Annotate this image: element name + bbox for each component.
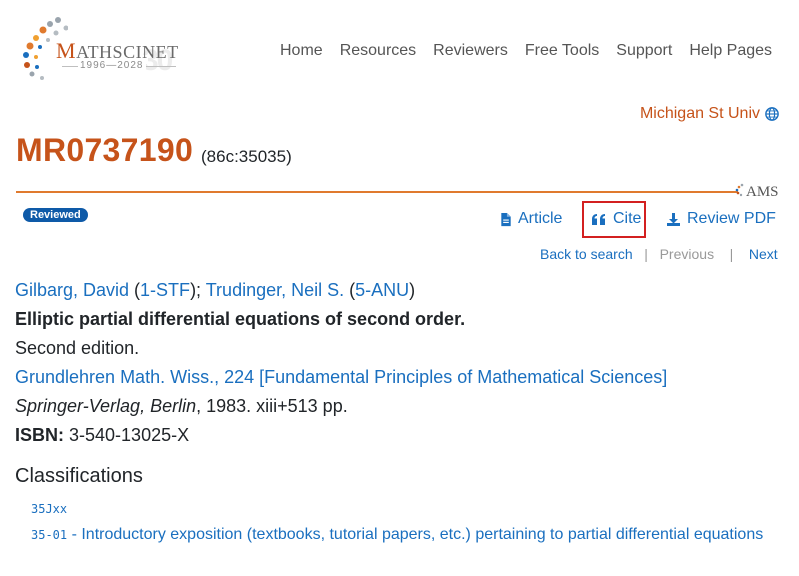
document-icon — [501, 212, 511, 226]
classifications-heading: Classifications — [15, 465, 143, 487]
subnav-separator: | — [636, 246, 656, 262]
author-institution-link[interactable]: 1-STF — [140, 280, 190, 300]
isbn-value: 3-540-13025-X — [69, 425, 190, 445]
nav-reviewers[interactable]: Reviewers — [433, 42, 508, 60]
globe-icon — [765, 107, 779, 121]
review-pdf-label: Review PDF — [687, 210, 776, 227]
record-subnav: Back to search | Previous | Next — [540, 246, 778, 262]
nav-home[interactable]: Home — [280, 42, 323, 60]
institution-name: Michigan St Univ — [639, 105, 760, 122]
reviewed-badge: Reviewed — [23, 208, 88, 222]
isbn-line: ISBN: 3-540-13025-X — [15, 425, 189, 446]
institution-link[interactable]: Michigan St Univ — [640, 105, 779, 123]
mathscinet-logo[interactable]: 30 MATHSCINET 1996—2028 — [18, 14, 178, 86]
series-link[interactable]: Grundlehren Math. Wiss., 224 [Fundamenta… — [15, 367, 667, 387]
cite-button[interactable]: Cite — [591, 210, 641, 228]
main-nav: Home Resources Reviewers Free Tools Supp… — [280, 42, 772, 60]
back-to-search-link[interactable]: Back to search — [540, 246, 633, 262]
author-institution-link[interactable]: 5-ANU — [355, 280, 409, 300]
nav-free-tools[interactable]: Free Tools — [525, 42, 599, 60]
nav-support[interactable]: Support — [616, 42, 672, 60]
publication-title: Elliptic partial differential equations … — [15, 309, 466, 329]
next-link[interactable]: Next — [749, 246, 778, 262]
author-link[interactable]: Trudinger, Neil S. — [206, 280, 344, 300]
previous-link[interactable]: Previous — [660, 246, 714, 262]
nav-resources[interactable]: Resources — [340, 42, 416, 60]
authors-line: Gilbarg, David (1-STF); Trudinger, Neil … — [15, 280, 416, 300]
author-link[interactable]: Gilbarg, David — [15, 280, 129, 300]
article-link[interactable]: Article — [500, 210, 562, 228]
secondary-classification-link[interactable]: 35-01 - Introductory exposition (textboo… — [31, 523, 771, 547]
subnav-separator: | — [717, 246, 745, 262]
logo-years: 1996—2028 — [78, 60, 146, 71]
review-pdf-link[interactable]: Review PDF — [666, 210, 776, 228]
article-label: Article — [518, 210, 563, 227]
isbn-label: ISBN: — [15, 425, 64, 445]
ams-logo: AMS — [734, 183, 779, 201]
secondary-classification-description: - Introductory exposition (textbooks, tu… — [67, 526, 764, 543]
primary-classification-link[interactable]: 35Jxx — [31, 502, 67, 516]
ams-dots-icon — [735, 183, 744, 197]
publication-details: , 1983. xiii+513 pp. — [196, 396, 348, 416]
edition: Second edition. — [15, 338, 140, 358]
publisher: Springer-Verlag, Berlin — [15, 396, 197, 416]
secondary-classification-code: 35-01 — [31, 528, 68, 542]
old-mr-number: (86c:35035) — [201, 147, 292, 166]
publisher-line: Springer-Verlag, Berlin, 1983. xiii+513 … — [15, 396, 348, 417]
cite-label: Cite — [613, 210, 642, 227]
series-line: Grundlehren Math. Wiss., 224 [Fundamenta… — [15, 367, 667, 388]
mr-number: MR0737190 — [16, 132, 194, 168]
header-rule — [16, 191, 738, 193]
quote-icon — [592, 213, 605, 225]
download-icon — [667, 212, 680, 226]
nav-help-pages[interactable]: Help Pages — [689, 42, 772, 60]
